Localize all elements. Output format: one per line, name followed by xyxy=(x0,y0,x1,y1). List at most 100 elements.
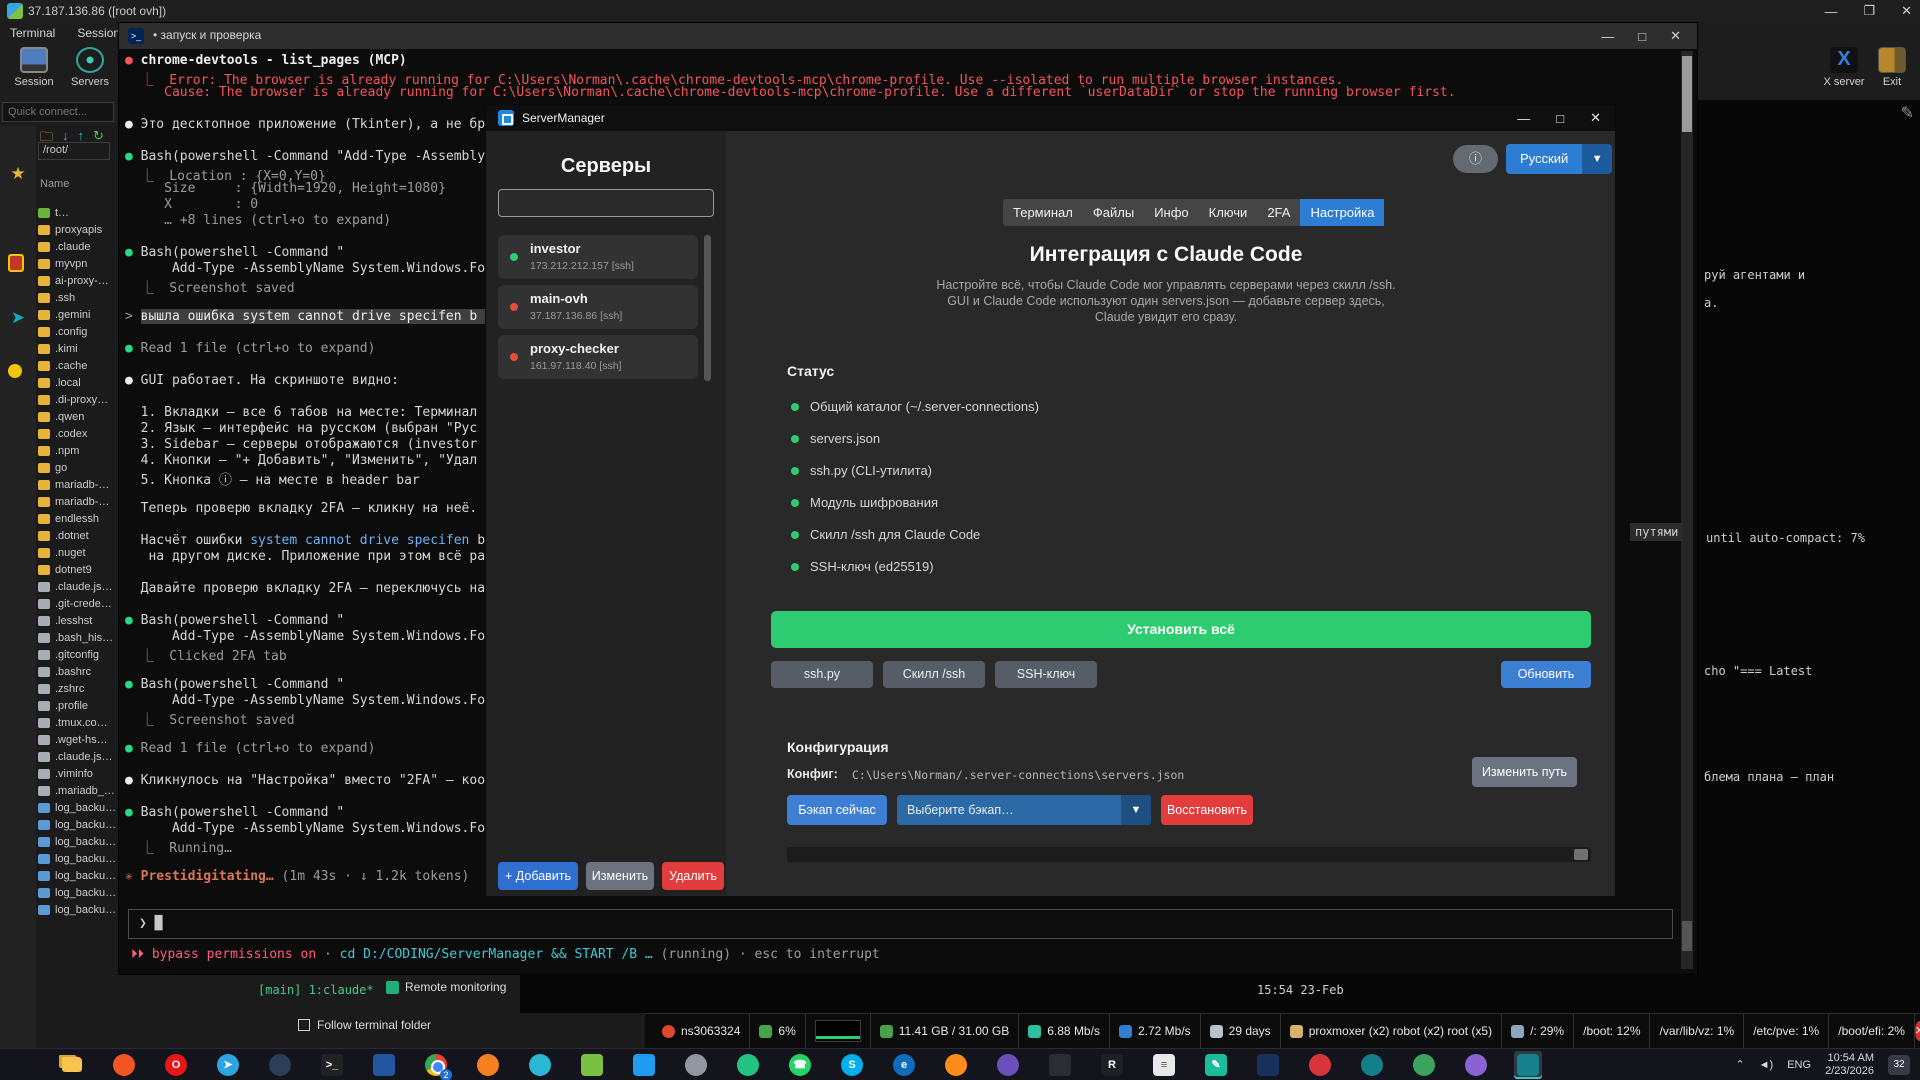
maximize-icon[interactable]: □ xyxy=(1638,29,1646,44)
terminal-titlebar[interactable]: >_ • запуск и проверка — □ ✕ xyxy=(119,23,1697,49)
firefox-icon[interactable] xyxy=(474,1051,502,1079)
follow-terminal-folder-checkbox[interactable]: Follow terminal folder xyxy=(298,1018,431,1032)
app-green-icon[interactable] xyxy=(1410,1051,1438,1079)
skype-icon[interactable]: S xyxy=(838,1051,866,1079)
scrollbar-thumb-bottom[interactable] xyxy=(1682,921,1692,951)
horizontal-scrollbar[interactable] xyxy=(787,847,1591,862)
terminal-scrollbar[interactable] xyxy=(1681,51,1693,969)
firefox2-icon[interactable] xyxy=(942,1051,970,1079)
tab-настройка[interactable]: Настройка xyxy=(1300,199,1385,226)
edit-pencil-icon[interactable]: ✎ xyxy=(1901,103,1914,123)
paint-icon[interactable]: ✎ xyxy=(1202,1051,1230,1079)
edit-server-button[interactable]: Изменить xyxy=(586,862,654,890)
quick-connect-input[interactable] xyxy=(2,102,114,122)
favorites-star-icon[interactable]: ★ xyxy=(8,164,28,184)
shield-icon[interactable] xyxy=(8,254,24,272)
ball-icon[interactable] xyxy=(8,364,22,378)
rider-icon[interactable]: R xyxy=(1098,1051,1126,1079)
file-name: myvpn xyxy=(55,257,88,270)
quick-button-1[interactable]: ssh.py xyxy=(771,661,873,688)
quick-button-2[interactable]: Скилл /ssh xyxy=(883,661,985,688)
start-button[interactable] xyxy=(6,1051,34,1079)
vscode-icon[interactable] xyxy=(630,1051,658,1079)
restore-button[interactable]: Восстановить xyxy=(1161,795,1253,825)
add-server-button[interactable]: + Добавить xyxy=(498,862,578,890)
app-navy-icon[interactable] xyxy=(1254,1051,1282,1079)
toolbar-servers-button[interactable]: Servers xyxy=(62,47,118,88)
firefox-glyph xyxy=(477,1053,499,1076)
file-column-header[interactable]: Name xyxy=(40,178,69,190)
keyboard-language[interactable]: ENG xyxy=(1787,1059,1811,1071)
app-red-icon[interactable] xyxy=(1306,1051,1334,1079)
remote-monitoring-checkbox[interactable]: Remote monitoring xyxy=(386,980,506,994)
send-icon[interactable]: ➤ xyxy=(8,308,28,328)
file-explorer-icon[interactable] xyxy=(58,1051,86,1079)
taskbar-clock[interactable]: 10:54 AM 2/23/2026 xyxy=(1825,1052,1874,1078)
status-heading: Статус xyxy=(787,363,835,379)
tab-2fa[interactable]: 2FA xyxy=(1257,199,1300,226)
minimize-icon[interactable]: — xyxy=(1517,111,1530,126)
app-purple-icon[interactable] xyxy=(994,1051,1022,1079)
chrome-icon[interactable]: 2 xyxy=(422,1051,452,1080)
app-violet-icon[interactable] xyxy=(1462,1051,1490,1079)
path-field[interactable]: /root/ xyxy=(38,142,110,160)
server-item-main-ovh[interactable]: main-ovh 37.187.136.86 [ssh] xyxy=(498,285,698,329)
status-item: Модуль шифрования xyxy=(791,495,938,510)
app-blue-icon[interactable]: e xyxy=(890,1051,918,1079)
scrollbar-thumb[interactable] xyxy=(1574,849,1588,860)
status-item-label: Скилл /ssh для Claude Code xyxy=(810,527,981,542)
server-item-proxy-checker[interactable]: proxy-checker 161.97.118.40 [ssh] xyxy=(498,335,698,379)
scrollbar-thumb[interactable] xyxy=(1682,56,1692,132)
install-all-button[interactable]: Установить всё xyxy=(771,611,1591,648)
obs-icon[interactable] xyxy=(1046,1051,1074,1079)
change-path-button[interactable]: Изменить путь xyxy=(1472,757,1577,787)
quick-view-icon[interactable]: ≡ xyxy=(1150,1051,1178,1079)
toolbar-session-button[interactable]: Session xyxy=(6,47,62,88)
tray-chevron-icon[interactable]: ⌃ xyxy=(1735,1058,1744,1071)
file-name: proxyapis xyxy=(55,223,103,236)
notepadpp-icon[interactable] xyxy=(578,1051,606,1079)
brave-icon[interactable] xyxy=(110,1051,138,1079)
minimize-icon[interactable]: — xyxy=(1601,29,1614,44)
volume-icon[interactable]: ◄) xyxy=(1759,1059,1774,1071)
servermanager-titlebar[interactable]: ServerManager — □ ✕ xyxy=(486,105,1615,131)
tab-терминал[interactable]: Терминал xyxy=(1003,199,1083,226)
telegram-icon[interactable]: ➤ xyxy=(214,1051,242,1079)
close-icon[interactable]: ✕ xyxy=(1590,110,1601,126)
backup-select[interactable]: Выберите бэкап… ▼ xyxy=(897,795,1151,825)
tab-инфо[interactable]: Инфо xyxy=(1144,199,1198,226)
steam-icon[interactable] xyxy=(266,1051,294,1079)
minimize-icon[interactable]: — xyxy=(1824,4,1837,19)
tray-close-icon[interactable]: ✕ xyxy=(1914,1021,1920,1041)
terminal-prompt[interactable]: ❯ █ xyxy=(128,909,1673,939)
close-icon[interactable]: ✕ xyxy=(1670,28,1681,44)
terminal-icon[interactable]: >_ xyxy=(318,1051,346,1079)
edge-icon[interactable] xyxy=(526,1051,554,1079)
maximize-icon[interactable]: □ xyxy=(1556,111,1564,126)
delete-server-button[interactable]: Удалить xyxy=(662,862,724,890)
photos-icon[interactable] xyxy=(370,1051,398,1079)
server-list-scrollbar[interactable] xyxy=(704,235,711,381)
opera-icon[interactable]: O xyxy=(162,1051,190,1079)
servermanager-taskbar-icon[interactable] xyxy=(1514,1050,1542,1079)
close-icon[interactable]: ✕ xyxy=(1901,3,1912,19)
menu-item-terminal[interactable]: Terminal xyxy=(10,26,55,40)
server-item-investor[interactable]: investor 173.212.212.157 [ssh] xyxy=(498,235,698,279)
app-grey-icon[interactable] xyxy=(682,1051,710,1079)
tab-файлы[interactable]: Файлы xyxy=(1083,199,1144,226)
file-icon xyxy=(38,666,50,677)
app-teal-icon[interactable] xyxy=(1358,1051,1386,1079)
whatsapp-icon[interactable]: ☎ xyxy=(786,1051,814,1079)
info-button[interactable]: ⓘ xyxy=(1453,145,1498,173)
quick-button-3[interactable]: SSH-ключ xyxy=(995,661,1097,688)
backup-now-button[interactable]: Бэкап сейчас xyxy=(787,795,887,825)
mobaxterm-titlebar[interactable]: 37.187.136.86 ([root ovh]) — ❐ ✕ xyxy=(0,0,1920,22)
language-select[interactable]: Русский ▼ xyxy=(1506,144,1613,174)
app-mint-icon[interactable] xyxy=(734,1051,762,1079)
server-search-input[interactable] xyxy=(498,189,714,217)
notification-badge[interactable]: 32 xyxy=(1888,1054,1910,1075)
maximize-icon[interactable]: ❐ xyxy=(1863,3,1875,19)
toolbar-exit-button[interactable]: Exit xyxy=(1864,47,1920,88)
update-button[interactable]: Обновить xyxy=(1501,661,1591,688)
tab-ключи[interactable]: Ключи xyxy=(1199,199,1258,226)
